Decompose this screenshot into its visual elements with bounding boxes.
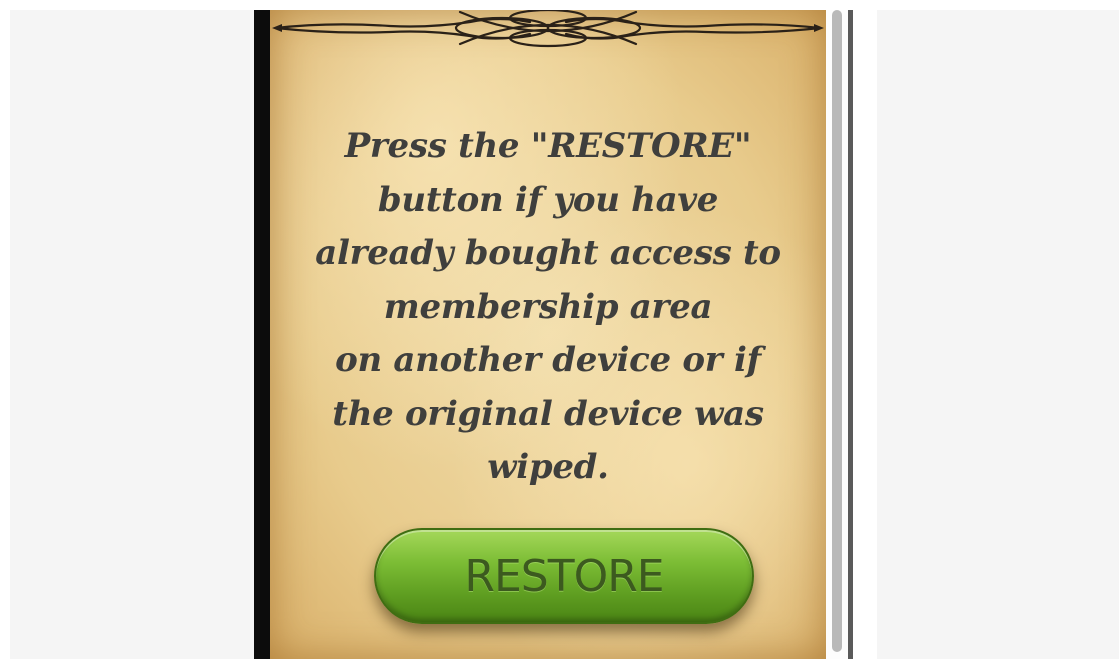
background-left (10, 10, 254, 659)
device-frame-left (254, 10, 270, 659)
restore-button-label: RESTORE (464, 550, 664, 602)
background-right (877, 10, 1119, 659)
scrollbar-thumb[interactable] (832, 10, 842, 652)
decorative-scroll-divider-icon (272, 10, 824, 48)
scrollbar-track[interactable] (826, 10, 848, 659)
restore-instructions-text: Press the "RESTORE" button if you have a… (315, 126, 781, 487)
screen: Press the "RESTORE" button if you have a… (0, 0, 1119, 659)
phone-screen: Press the "RESTORE" button if you have a… (254, 10, 877, 659)
parchment-panel: Press the "RESTORE" button if you have a… (270, 10, 826, 659)
restore-button[interactable]: RESTORE (374, 528, 754, 624)
device-frame-right-edge (853, 10, 877, 659)
